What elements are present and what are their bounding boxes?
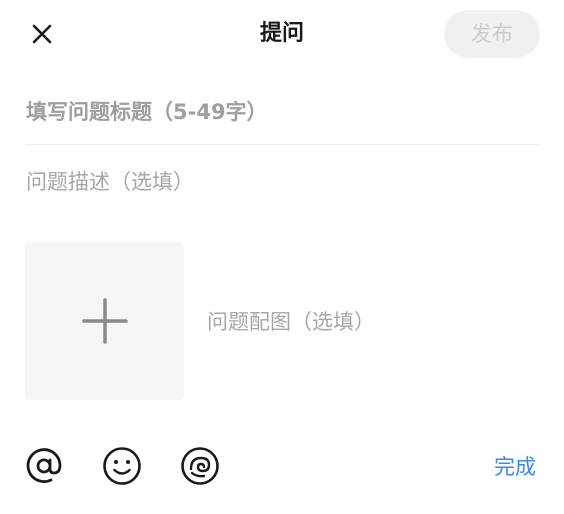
mention-button[interactable]: [24, 446, 64, 486]
close-icon: [32, 24, 52, 44]
publish-button[interactable]: 发布: [444, 10, 540, 58]
question-title-input[interactable]: [26, 90, 540, 134]
done-button[interactable]: 完成: [494, 452, 536, 482]
plus-icon: [81, 298, 128, 344]
divider: [26, 144, 540, 145]
topic-icon: [181, 447, 219, 485]
close-button[interactable]: [24, 16, 60, 52]
emoji-icon: [103, 447, 141, 485]
emoji-button[interactable]: [102, 446, 142, 486]
image-upload-hint: 问题配图（选填）: [207, 310, 375, 334]
at-icon: [26, 448, 62, 483]
question-description-input[interactable]: [26, 162, 540, 202]
image-upload-button[interactable]: [25, 242, 184, 400]
topic-button[interactable]: [180, 446, 220, 486]
ask-question-page: 提问 发布 问题配图（选填） 完成: [0, 0, 564, 514]
